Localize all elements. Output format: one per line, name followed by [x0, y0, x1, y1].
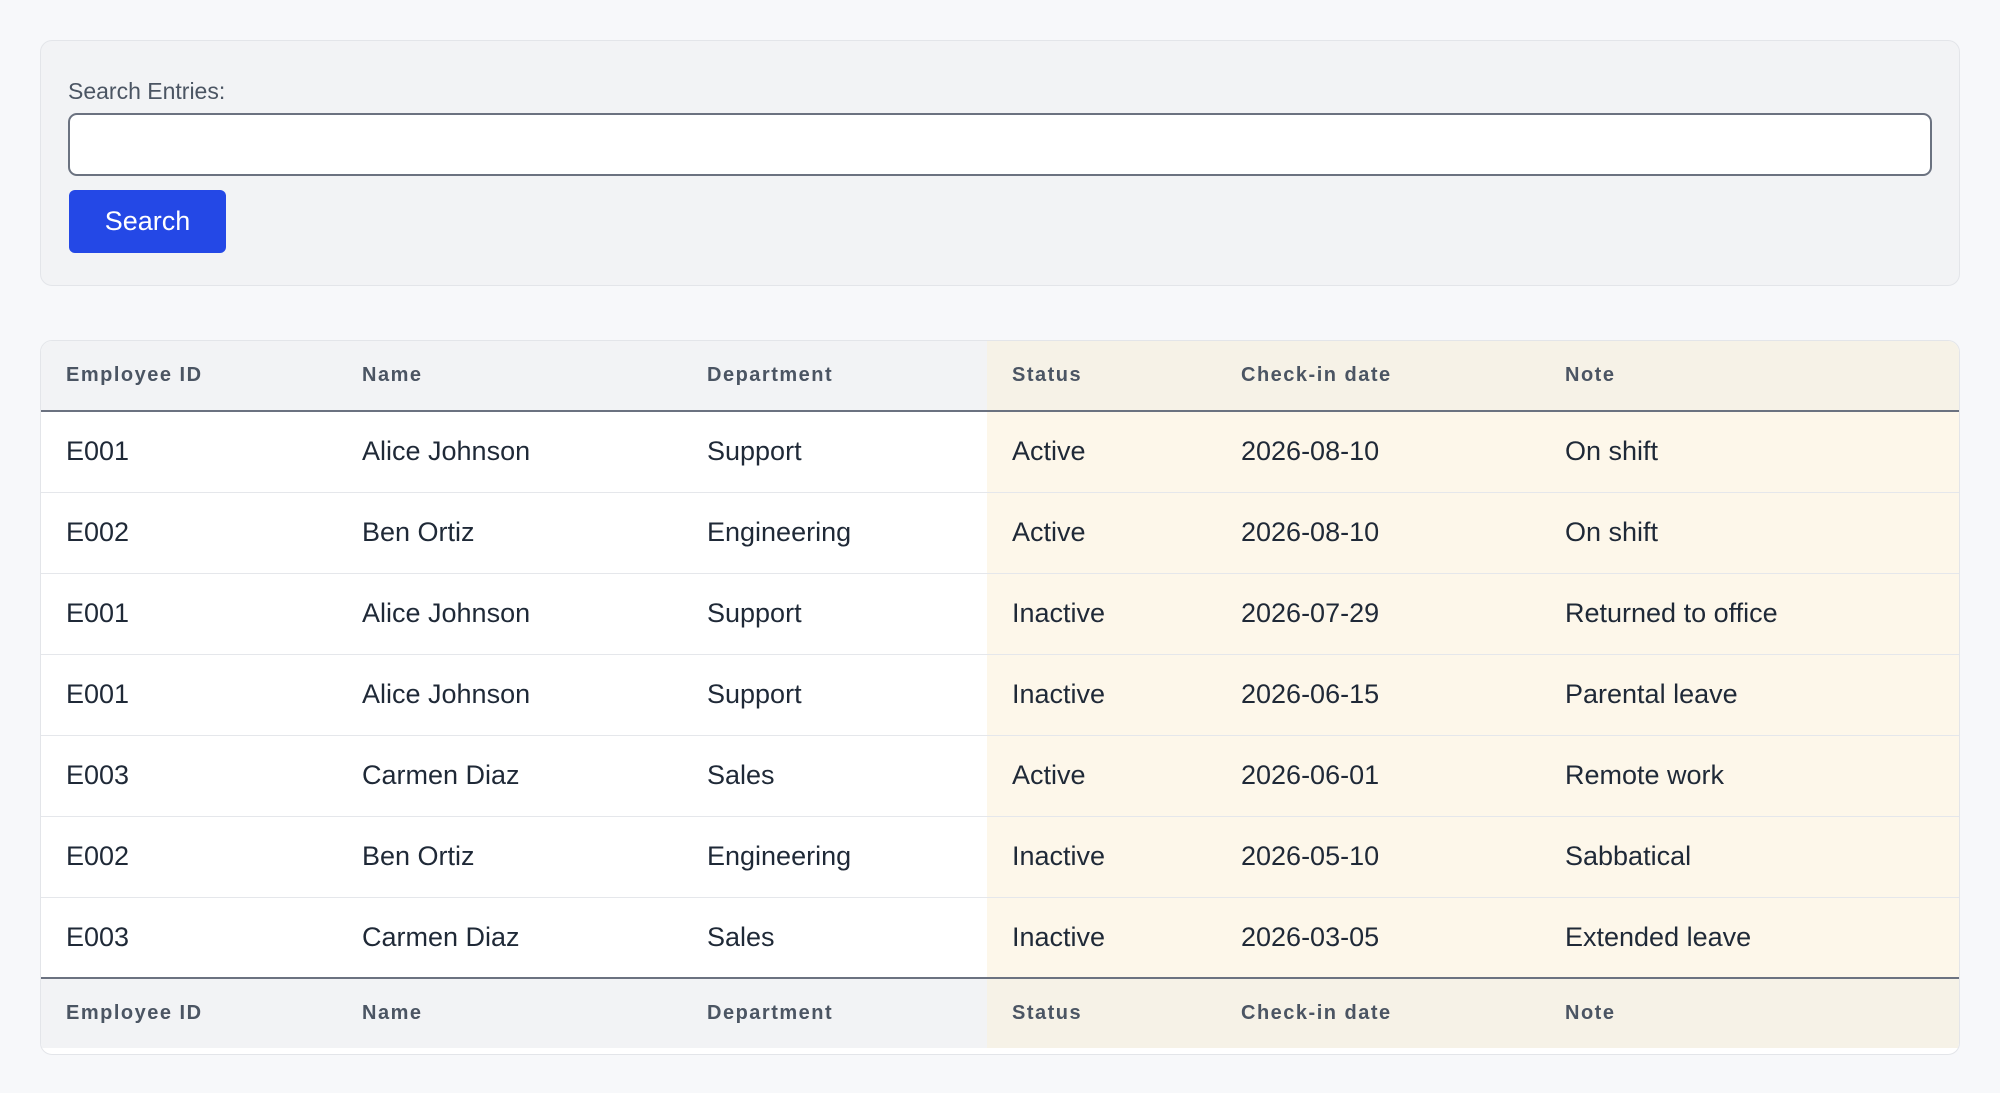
cell-name: Alice Johnson	[337, 654, 682, 736]
cell-name: Carmen Diaz	[337, 735, 682, 817]
cell-status: Active	[987, 492, 1216, 574]
cell-employee-id: E002	[41, 492, 337, 574]
column-header-note[interactable]: Note	[1540, 341, 1959, 412]
cell-check-in-date: 2026-08-10	[1216, 411, 1540, 493]
cell-employee-id: E002	[41, 816, 337, 898]
column-footer-employee-id: Employee ID	[41, 977, 337, 1048]
cell-name: Ben Ortiz	[337, 816, 682, 898]
cell-note: On shift	[1540, 411, 1959, 493]
column-header-status[interactable]: Status	[987, 341, 1216, 412]
cell-status: Active	[987, 411, 1216, 493]
employee-table: Employee ID Name Department Status Check…	[40, 340, 1960, 1055]
cell-name: Carmen Diaz	[362, 921, 520, 952]
cell-employee-id: E003	[41, 735, 337, 817]
cell-department: Sales	[707, 921, 775, 952]
cell-department: Engineering	[682, 816, 987, 898]
cell-check-in-date: 2026-05-10	[1216, 816, 1540, 898]
cell-status: Inactive	[987, 816, 1216, 898]
column-header-name[interactable]: Name	[337, 341, 682, 412]
search-panel: Search Entries: Search	[40, 40, 1960, 286]
cell-note: On shift	[1540, 492, 1959, 574]
search-button[interactable]: Search	[69, 190, 226, 253]
table-row: E002 Ben Ortiz Engineering Active 2026-08-10…	[41, 492, 1959, 574]
search-input[interactable]	[68, 113, 1932, 176]
cell-note: Extended leave	[1540, 897, 1959, 978]
cell-status: Inactive	[987, 897, 1216, 978]
cell-name: Alice Johnson	[337, 411, 682, 493]
cell-check-in-date: 2026-06-01	[1216, 735, 1540, 817]
cell-name: Alice Johnson	[337, 573, 682, 655]
cell-name: Ben Ortiz	[337, 492, 682, 574]
cell-note: Parental leave	[1540, 654, 1959, 736]
cell-status: Active	[987, 735, 1216, 817]
table-body: E001 Alice Johnson Support Active 2026-08-10…	[41, 411, 1959, 978]
cell-employee-id: E003	[66, 921, 130, 952]
table-row: E001 Alice Johnson Support Inactive 2026-07-…	[41, 573, 1959, 655]
column-footer-department: Department	[682, 977, 987, 1048]
column-footer-check-in-date: Check-in date	[1216, 977, 1540, 1048]
cell-department: Engineering	[682, 492, 987, 574]
column-footer-name: Name	[337, 977, 682, 1048]
table-header: Employee ID Name Department Status Check…	[41, 341, 1959, 412]
table-row: E001 Alice Johnson Support Active 2026-08-10…	[41, 411, 1959, 493]
table-row: E003 Carmen Diaz Sales Active 2026-06-01 Remo…	[41, 735, 1959, 817]
cell-department: Support	[682, 411, 987, 493]
cell-employee-id: E001	[41, 411, 337, 493]
cell-status: Inactive	[987, 654, 1216, 736]
table-footer: Employee ID Name Department Status Check…	[41, 977, 1959, 1048]
column-footer-note: Note	[1540, 977, 1959, 1048]
cell-note: Remote work	[1540, 735, 1959, 817]
cell-check-in-date: 2026-07-29	[1216, 573, 1540, 655]
column-header-department[interactable]: Department	[682, 341, 987, 412]
cell-department: Support	[682, 654, 987, 736]
cell-department: Sales	[682, 735, 987, 817]
cell-check-in-date: 2026-03-05	[1216, 897, 1540, 978]
cell-check-in-date: 2026-06-15	[1216, 654, 1540, 736]
cell-check-in-date: 2026-08-10	[1216, 492, 1540, 574]
cell-note: Returned to office	[1540, 573, 1959, 655]
column-footer-status: Status	[987, 977, 1216, 1048]
table-row: E002 Ben Ortiz Engineering Inactive 2026-05-…	[41, 816, 1959, 898]
column-header-check-in-date[interactable]: Check-in date	[1216, 341, 1540, 412]
column-header-employee-id[interactable]: Employee ID	[41, 341, 337, 412]
table-row: E003 Carmen Diaz Sales Inactive 2026-03-05 Ex…	[41, 897, 1959, 978]
search-label: Search Entries:	[68, 78, 226, 104]
table-row: E001 Alice Johnson Support Inactive 2026-06-…	[41, 654, 1959, 736]
cell-status: Inactive	[987, 573, 1216, 655]
cell-department: Support	[682, 573, 987, 655]
cell-employee-id: E001	[41, 654, 337, 736]
cell-employee-id: E001	[41, 573, 337, 655]
cell-note: Sabbatical	[1540, 816, 1959, 898]
